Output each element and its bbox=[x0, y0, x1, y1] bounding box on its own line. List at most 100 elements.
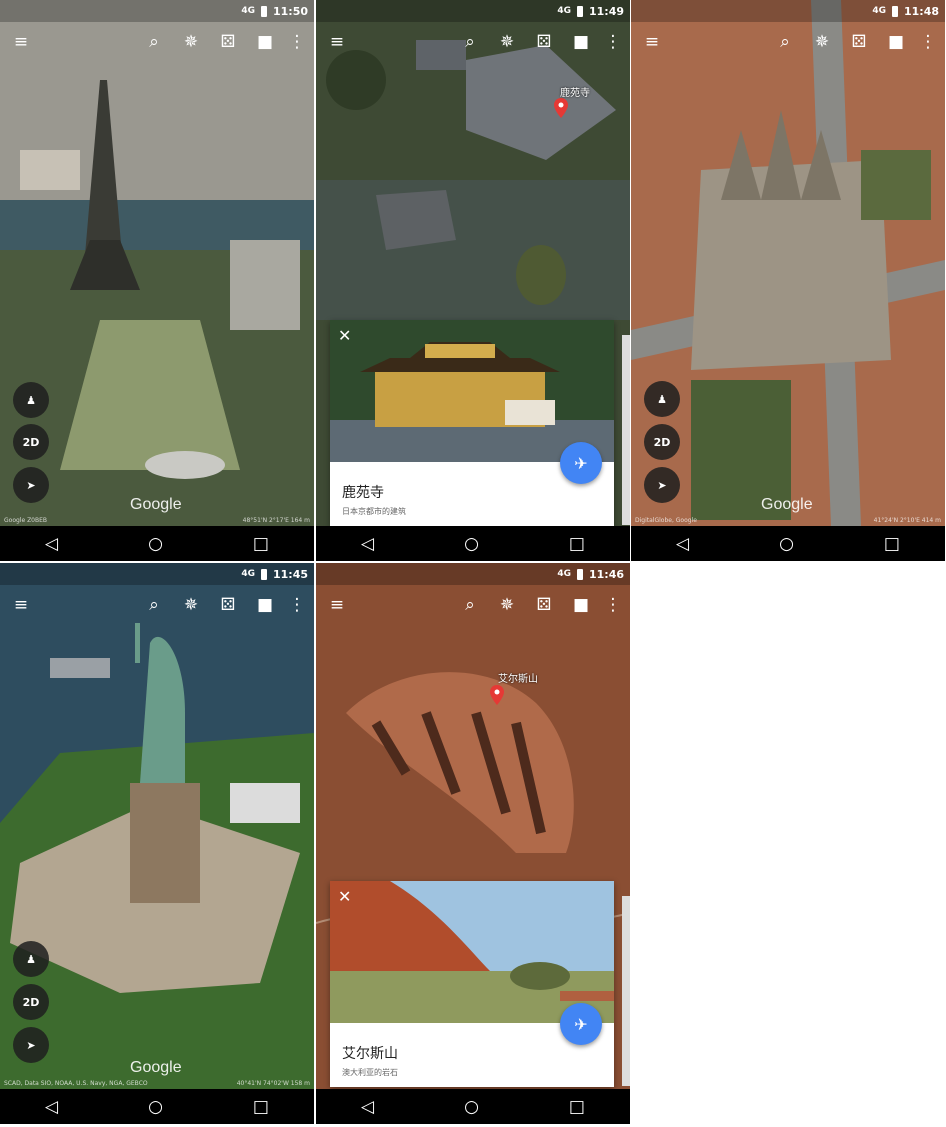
recents-icon[interactable]: □ bbox=[569, 1097, 585, 1117]
status-time: 11:50 bbox=[272, 4, 308, 18]
attribution-data: DigitalGlobe, Google bbox=[635, 517, 697, 524]
phone-screen-paris: 4G 11:50 ≡ ⌕ ✵ ⚄ ■ ⋮ ♟ 2D ➤ Google Googl… bbox=[0, 0, 314, 561]
next-card-peek[interactable] bbox=[622, 896, 630, 1086]
signal-icon: 4G bbox=[557, 569, 571, 579]
voyager-icon[interactable]: ✵ bbox=[495, 593, 519, 617]
voyager-icon[interactable]: ✵ bbox=[179, 30, 203, 54]
attribution: Google Z0BEB 48°51'N 2°17'E 164 m bbox=[4, 517, 310, 524]
attribution: SCAD, Data SIO, NOAA, U.S. Navy, NGA, GE… bbox=[4, 1080, 310, 1087]
dice-icon[interactable]: ⚄ bbox=[532, 30, 556, 54]
compass-button[interactable]: ➤ bbox=[13, 467, 49, 503]
menu-icon[interactable]: ≡ bbox=[325, 30, 349, 54]
dice-icon[interactable]: ⚄ bbox=[216, 30, 240, 54]
more-icon[interactable]: ⋮ bbox=[601, 30, 625, 54]
card-image: ✕ bbox=[330, 320, 614, 462]
attribution-data: SCAD, Data SIO, NOAA, U.S. Navy, NGA, GE… bbox=[4, 1080, 148, 1087]
2d-toggle-button[interactable]: 2D bbox=[644, 424, 680, 460]
street-view-button[interactable]: ♟ bbox=[13, 941, 49, 977]
coordinates: 48°51'N 2°17'E 164 m bbox=[242, 517, 310, 524]
camera-icon[interactable]: ■ bbox=[253, 30, 277, 54]
voyager-icon[interactable]: ✵ bbox=[179, 593, 203, 617]
home-icon[interactable]: ○ bbox=[464, 534, 479, 554]
map-view[interactable] bbox=[0, 563, 314, 1089]
menu-icon[interactable]: ≡ bbox=[9, 30, 33, 54]
phone-screen-sagrada-familia: 4G 11:48 ≡ ⌕ ✵ ⚄ ■ ⋮ ♟ 2D ➤ Google Digit… bbox=[631, 0, 945, 561]
street-view-button[interactable]: ♟ bbox=[13, 382, 49, 418]
search-icon[interactable]: ⌕ bbox=[773, 30, 797, 54]
card-subtitle: 日本京都市的建筑 bbox=[342, 507, 406, 516]
share-button[interactable]: ✈ bbox=[560, 442, 602, 484]
compass-button[interactable]: ➤ bbox=[644, 467, 680, 503]
menu-icon[interactable]: ≡ bbox=[640, 30, 664, 54]
place-pin-icon[interactable] bbox=[554, 98, 568, 118]
menu-icon[interactable]: ≡ bbox=[325, 593, 349, 617]
share-button[interactable]: ✈ bbox=[560, 1003, 602, 1045]
2d-toggle-button[interactable]: 2D bbox=[13, 984, 49, 1020]
next-card-peek[interactable] bbox=[622, 335, 630, 525]
recents-icon[interactable]: □ bbox=[569, 534, 585, 554]
phone-screen-uluru: 艾尔斯山 4G 11:46 ≡ ⌕ ✵ ⚄ ■ ⋮ ✕ ✈ 艾尔斯山 澳大利亚的… bbox=[316, 563, 630, 1124]
dice-icon[interactable]: ⚄ bbox=[532, 593, 556, 617]
dice-icon[interactable]: ⚄ bbox=[216, 593, 240, 617]
card-image: ✕ bbox=[330, 881, 614, 1023]
more-icon[interactable]: ⋮ bbox=[601, 593, 625, 617]
knowledge-card[interactable]: ✕ ✈ 艾尔斯山 澳大利亚的岩石 bbox=[330, 881, 614, 1087]
recents-icon[interactable]: □ bbox=[253, 1097, 269, 1117]
home-icon[interactable]: ○ bbox=[779, 534, 794, 554]
home-icon[interactable]: ○ bbox=[148, 534, 163, 554]
battery-icon bbox=[260, 568, 267, 580]
camera-icon[interactable]: ■ bbox=[884, 30, 908, 54]
search-icon[interactable]: ⌕ bbox=[458, 30, 482, 54]
back-icon[interactable]: ◁ bbox=[45, 534, 58, 554]
close-icon[interactable]: ✕ bbox=[338, 887, 351, 906]
top-toolbar: ≡ ⌕ ✵ ⚄ ■ ⋮ bbox=[631, 30, 945, 58]
google-logo: Google bbox=[130, 496, 182, 513]
camera-icon[interactable]: ■ bbox=[569, 593, 593, 617]
compass-button[interactable]: ➤ bbox=[13, 1027, 49, 1063]
recents-icon[interactable]: □ bbox=[253, 534, 269, 554]
search-icon[interactable]: ⌕ bbox=[458, 593, 482, 617]
dice-icon[interactable]: ⚄ bbox=[847, 30, 871, 54]
nav-bar: ◁ ○ □ bbox=[631, 526, 945, 561]
camera-icon[interactable]: ■ bbox=[253, 593, 277, 617]
card-title: 鹿苑寺 bbox=[342, 485, 384, 501]
status-time: 11:49 bbox=[588, 4, 624, 18]
coordinates: 41°24'N 2°10'E 414 m bbox=[873, 517, 941, 524]
knowledge-card[interactable]: ✕ ✈ 鹿苑寺 日本京都市的建筑 bbox=[330, 320, 614, 526]
battery-icon bbox=[576, 5, 583, 17]
camera-icon[interactable]: ■ bbox=[569, 30, 593, 54]
home-icon[interactable]: ○ bbox=[148, 1097, 163, 1117]
back-icon[interactable]: ◁ bbox=[45, 1097, 58, 1117]
google-logo: Google bbox=[130, 1059, 182, 1076]
home-icon[interactable]: ○ bbox=[464, 1097, 479, 1117]
signal-icon: 4G bbox=[557, 6, 571, 16]
attribution: DigitalGlobe, Google 41°24'N 2°10'E 414 … bbox=[635, 517, 941, 524]
voyager-icon[interactable]: ✵ bbox=[810, 30, 834, 54]
more-icon[interactable]: ⋮ bbox=[285, 593, 309, 617]
status-bar: 4G 11:49 bbox=[316, 0, 630, 22]
close-icon[interactable]: ✕ bbox=[338, 326, 351, 345]
nav-bar: ◁ ○ □ bbox=[316, 526, 630, 561]
2d-toggle-button[interactable]: 2D bbox=[13, 424, 49, 460]
search-icon[interactable]: ⌕ bbox=[142, 593, 166, 617]
status-time: 11:48 bbox=[903, 4, 939, 18]
status-bar: 4G 11:45 bbox=[0, 563, 314, 585]
battery-icon bbox=[260, 5, 267, 17]
back-icon[interactable]: ◁ bbox=[361, 1097, 374, 1117]
recents-icon[interactable]: □ bbox=[884, 534, 900, 554]
street-view-button[interactable]: ♟ bbox=[644, 381, 680, 417]
more-icon[interactable]: ⋮ bbox=[285, 30, 309, 54]
voyager-icon[interactable]: ✵ bbox=[495, 30, 519, 54]
place-pin-icon[interactable] bbox=[490, 685, 504, 705]
top-toolbar: ≡ ⌕ ✵ ⚄ ■ ⋮ bbox=[0, 30, 314, 58]
back-icon[interactable]: ◁ bbox=[676, 534, 689, 554]
search-icon[interactable]: ⌕ bbox=[142, 30, 166, 54]
menu-icon[interactable]: ≡ bbox=[9, 593, 33, 617]
attribution-data: Google Z0BEB bbox=[4, 517, 48, 524]
google-logo: Google bbox=[761, 496, 813, 513]
status-bar: 4G 11:50 bbox=[0, 0, 314, 22]
card-title: 艾尔斯山 bbox=[342, 1046, 398, 1062]
back-icon[interactable]: ◁ bbox=[361, 534, 374, 554]
more-icon[interactable]: ⋮ bbox=[916, 30, 940, 54]
place-label: 艾尔斯山 bbox=[498, 674, 538, 685]
